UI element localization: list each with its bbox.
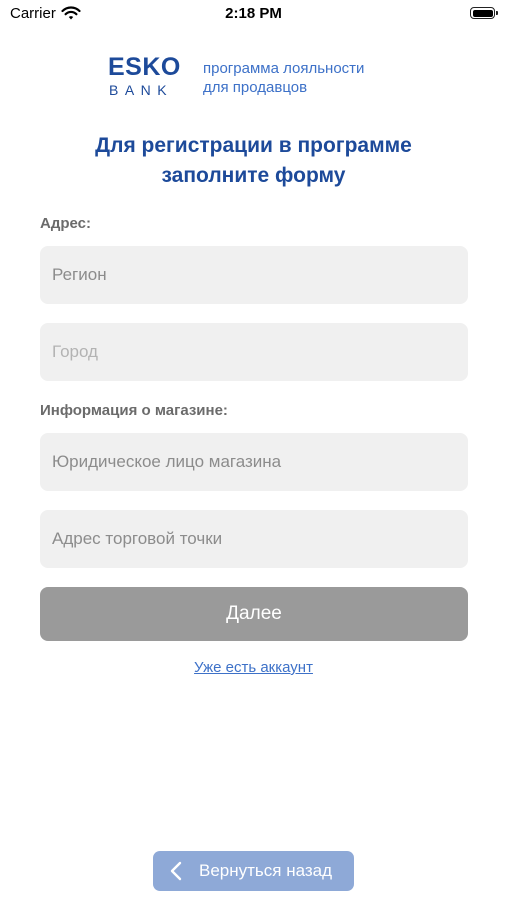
clock: 2:18 PM	[225, 5, 282, 22]
logo-brand-top: ESKO	[108, 53, 181, 81]
back-button-label: Вернуться назад	[199, 861, 333, 880]
store-address-field[interactable]: Адрес торговой точки	[40, 510, 468, 568]
store-address-placeholder: Адрес торговой точки	[52, 529, 223, 548]
legal-entity-placeholder: Юридическое лицо магазина	[52, 452, 282, 471]
tagline-line-2: для продавцов	[203, 79, 308, 96]
region-field[interactable]: Регион	[40, 246, 468, 304]
store-section-label: Информация о магазине:	[40, 402, 228, 419]
page-title-line-1: Для регистрации в программе	[95, 134, 412, 157]
back-button[interactable]: Вернуться назад	[153, 851, 354, 891]
status-bar: Carrier 2:18 PM	[0, 0, 507, 30]
next-button-label: Далее	[226, 603, 282, 624]
page-title-line-2: заполните форму	[161, 164, 346, 187]
region-placeholder: Регион	[52, 265, 107, 284]
next-button[interactable]: Далее	[40, 587, 468, 641]
battery-icon	[470, 7, 498, 19]
have-account-link[interactable]: Уже есть аккаунт	[0, 659, 507, 676]
city-field[interactable]: Город	[40, 323, 468, 381]
logo-brand-bottom: BANK	[109, 82, 174, 98]
page-title: Для регистрации в программе заполните фо…	[0, 131, 507, 191]
city-placeholder: Город	[52, 342, 98, 361]
legal-entity-field[interactable]: Юридическое лицо магазина	[40, 433, 468, 491]
esko-bank-logo: ESKO BANK	[108, 55, 188, 100]
tagline-line-1: программа лояльности	[203, 60, 365, 77]
chevron-left-icon	[170, 861, 182, 881]
address-section-label: Адрес:	[40, 215, 91, 232]
logo-tagline: программа лояльности для продавцов	[203, 59, 364, 97]
